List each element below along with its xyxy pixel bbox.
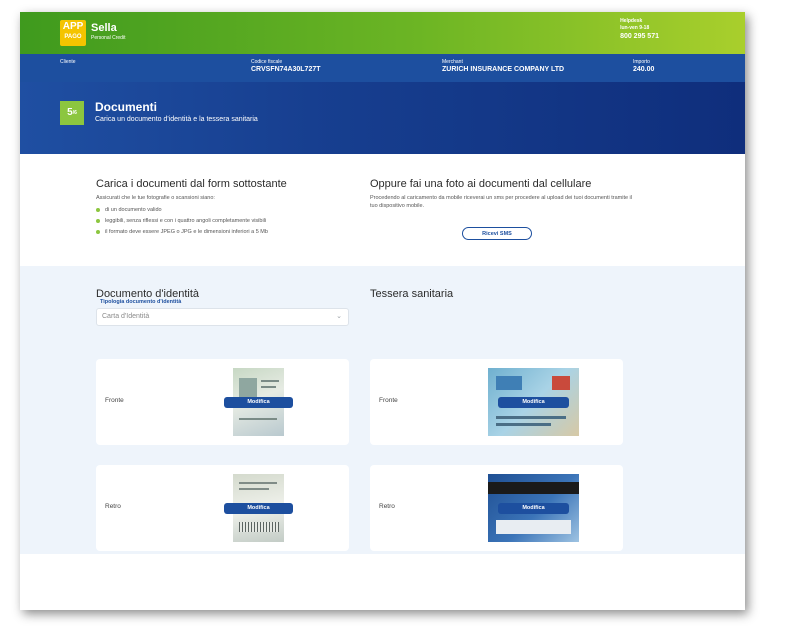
brand-subtitle: Personal Credit [91, 35, 126, 41]
codice-fiscale-value: CRVSFN74A30L727T [251, 66, 321, 73]
document-type-select[interactable]: Carta d'Identità ⌄ [96, 308, 349, 326]
text-line [496, 416, 566, 419]
id-front-card[interactable]: Fronte Modifica [96, 359, 349, 445]
helpdesk-title: Helpdesk [620, 18, 643, 24]
codice-fiscale-label: Codice fiscale [251, 59, 283, 65]
importo-value: 240.00 [633, 66, 655, 73]
step-total: /6 [72, 110, 77, 116]
merchant-value: ZURICH INSURANCE COMPANY LTD [442, 66, 565, 73]
mobile-upload-description: Procedendo al caricamento da mobile rice… [370, 195, 632, 209]
card-logo-region [496, 376, 522, 390]
health-card-title: Tessera sanitaria [370, 288, 454, 300]
page-subheading: Carica un documento d'identità e la tess… [95, 116, 258, 123]
document-type-value: Carta d'Identità [102, 313, 150, 320]
app-pago-logo[interactable]: APP PAGO [60, 20, 86, 46]
signature-region [496, 520, 571, 534]
upload-instructions-subtitle: Assicurati che le tue fotografie o scans… [96, 195, 215, 201]
brand-name: Sella [91, 22, 117, 34]
top-header: APP PAGO Sella Personal Credit Helpdesk … [20, 12, 745, 54]
receive-sms-button[interactable]: Ricevi SMS [462, 227, 532, 240]
cliente-field: Cliente [60, 59, 76, 65]
text-line [239, 482, 277, 484]
health-card-back-label: Retro [379, 503, 395, 510]
edit-health-card-back-button[interactable]: Modifica [498, 503, 569, 514]
card-flag-region [552, 376, 570, 390]
importo-label: Importo [633, 59, 650, 65]
chevron-down-icon: ⌄ [336, 313, 342, 320]
customer-info-bar: Cliente Codice fiscale CRVSFN74A30L727T … [20, 54, 745, 82]
brand: Sella Personal Credit [91, 22, 125, 41]
list-item: di un documento valido [96, 207, 346, 213]
helpdesk-phone[interactable]: 800 295 571 [620, 32, 659, 41]
health-card-front-card[interactable]: Fronte Modifica [370, 359, 623, 445]
edit-id-front-button[interactable]: Modifica [224, 397, 293, 408]
mobile-upload-title: Oppure fai una foto ai documenti dal cel… [370, 178, 592, 190]
text-line [496, 423, 551, 426]
helpdesk-info: Helpdesk lun-ven 9-18 800 295 571 [620, 18, 659, 41]
health-card-back-card[interactable]: Retro Modifica [370, 465, 623, 551]
logo-text-app: APP [62, 21, 84, 32]
browser-frame: APP PAGO Sella Personal Credit Helpdesk … [20, 12, 745, 610]
text-line [239, 488, 269, 490]
health-card-front-label: Fronte [379, 397, 398, 404]
id-back-label: Retro [105, 503, 121, 510]
merchant-label: Merchant [442, 59, 463, 65]
requirements-list: di un documento valido leggibili, senza … [96, 207, 346, 235]
mobile-upload-instructions: Oppure fai una foto ai documenti dal cel… [370, 178, 640, 240]
text-line [239, 418, 277, 420]
page-title-band: 5/6 Documenti Carica un documento d'iden… [20, 82, 745, 154]
barcode-region [239, 522, 279, 532]
merchant-field: Merchant ZURICH INSURANCE COMPANY LTD [442, 59, 564, 73]
page-title: Documenti Carica un documento d'identità… [95, 100, 258, 123]
codice-fiscale-field: Codice fiscale CRVSFN74A30L727T [251, 59, 321, 73]
upload-instructions-title: Carica i documenti dal form sottostante [96, 178, 287, 190]
text-line [261, 380, 279, 382]
id-back-card[interactable]: Retro Modifica [96, 465, 349, 551]
list-item: il formato deve essere JPEG o JPG e le d… [96, 229, 346, 235]
id-front-label: Fronte [105, 397, 124, 404]
edit-health-card-front-button[interactable]: Modifica [498, 397, 569, 408]
importo-field: Importo 240.00 [633, 59, 654, 73]
magnetic-stripe [488, 482, 579, 494]
step-indicator: 5/6 [60, 101, 84, 125]
instructions-section: Carica i documenti dal form sottostante … [20, 154, 745, 266]
logo-text-pago: PAGO [64, 34, 82, 40]
text-line [261, 386, 276, 388]
helpdesk-hours: lun-ven 9-18 [620, 25, 650, 31]
page-heading: Documenti [95, 100, 158, 114]
document-type-label: Tipologia documento d'identità [100, 299, 182, 305]
edit-id-back-button[interactable]: Modifica [224, 503, 293, 514]
document-upload-section: Documento d'identità Tessera sanitaria T… [20, 266, 745, 554]
list-item: leggibili, senza riflessi e con i quattr… [96, 218, 346, 224]
upload-instructions: Carica i documenti dal form sottostante … [96, 178, 346, 235]
cliente-label: Cliente [60, 59, 76, 65]
